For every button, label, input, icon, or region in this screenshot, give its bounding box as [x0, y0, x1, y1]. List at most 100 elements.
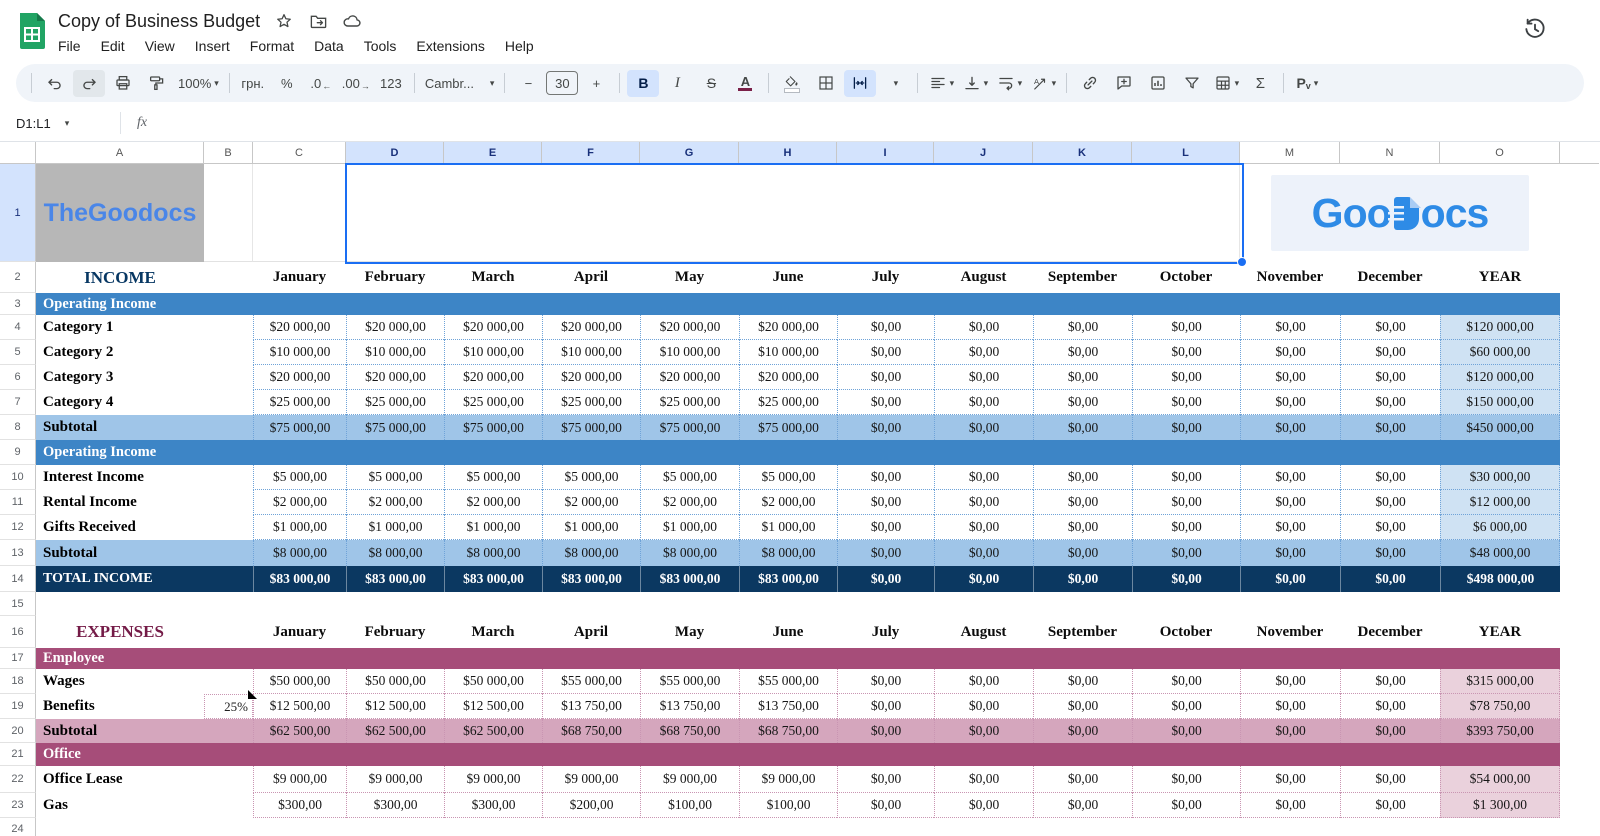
value-cell[interactable]: $0,00 — [1033, 793, 1132, 818]
menu-data[interactable]: Data — [306, 36, 352, 56]
print-button[interactable] — [107, 70, 139, 97]
value-cell[interactable]: $25 000,00 — [542, 390, 640, 415]
year-value-cell[interactable]: $12 000,00 — [1440, 490, 1560, 515]
value-cell[interactable]: $20 000,00 — [640, 315, 739, 340]
cell[interactable] — [204, 766, 253, 793]
value-cell[interactable]: $0,00 — [837, 415, 934, 440]
value-cell[interactable]: $5 000,00 — [739, 465, 837, 490]
value-cell[interactable]: $0,00 — [1340, 490, 1440, 515]
cell[interactable] — [253, 164, 346, 262]
row-header-14[interactable]: 14 — [0, 566, 36, 592]
value-cell[interactable]: $0,00 — [1132, 766, 1240, 793]
value-cell[interactable]: $10 000,00 — [444, 340, 542, 365]
value-cell[interactable]: $0,00 — [837, 365, 934, 390]
empty-row-cell[interactable] — [36, 818, 1560, 836]
value-cell[interactable]: $0,00 — [934, 515, 1033, 540]
font-size-input[interactable]: 30 — [546, 71, 579, 95]
menu-view[interactable]: View — [137, 36, 183, 56]
value-cell[interactable]: $50 000,00 — [253, 669, 346, 694]
section-title-income[interactable]: INCOME — [36, 262, 204, 293]
month-header[interactable]: March — [444, 616, 542, 648]
value-cell[interactable]: $55 000,00 — [542, 669, 640, 694]
section-header-bar[interactable]: Operating Income — [36, 293, 1560, 315]
value-cell[interactable]: $50 000,00 — [346, 669, 444, 694]
value-cell[interactable]: $0,00 — [1340, 540, 1440, 566]
value-cell[interactable]: $0,00 — [1132, 490, 1240, 515]
insert-link-button[interactable] — [1074, 70, 1106, 97]
row-header-17[interactable]: 17 — [0, 648, 36, 669]
increase-decimal-button[interactable]: .00 → — [339, 70, 373, 97]
text-rotation-button[interactable]: A ▾ — [1027, 70, 1059, 97]
row-label[interactable]: Rental Income — [36, 490, 204, 515]
paint-format-button[interactable] — [141, 70, 173, 97]
functions-button[interactable]: Σ — [1244, 70, 1276, 97]
value-cell[interactable]: $25 000,00 — [739, 390, 837, 415]
row-label[interactable]: TOTAL INCOME — [36, 566, 204, 592]
value-cell[interactable]: $2 000,00 — [739, 490, 837, 515]
value-cell[interactable]: $0,00 — [934, 365, 1033, 390]
value-cell[interactable]: $0,00 — [1033, 340, 1132, 365]
month-header[interactable]: July — [837, 262, 934, 293]
value-cell[interactable]: $0,00 — [1240, 694, 1340, 719]
zoom-select[interactable]: 100% ▾ — [175, 70, 222, 97]
col-header-L[interactable]: L — [1132, 142, 1240, 164]
row-label[interactable]: Wages — [36, 669, 204, 694]
month-header[interactable]: October — [1132, 616, 1240, 648]
month-header[interactable]: June — [739, 616, 837, 648]
month-header[interactable]: August — [934, 262, 1033, 293]
row-header-7[interactable]: 7 — [0, 390, 36, 415]
value-cell[interactable]: $200,00 — [542, 793, 640, 818]
value-cell[interactable]: $0,00 — [1033, 490, 1132, 515]
value-cell[interactable]: $0,00 — [1033, 315, 1132, 340]
cell[interactable] — [204, 465, 253, 490]
year-header[interactable]: YEAR — [1440, 616, 1560, 648]
value-cell[interactable]: $13 750,00 — [640, 694, 739, 719]
row-header-16[interactable]: 16 — [0, 616, 36, 648]
value-cell[interactable]: $10 000,00 — [640, 340, 739, 365]
row-header-3[interactable]: 3 — [0, 293, 36, 315]
value-cell[interactable]: $0,00 — [1340, 415, 1440, 440]
value-cell[interactable]: $9 000,00 — [739, 766, 837, 793]
cell[interactable] — [204, 390, 253, 415]
year-value-cell[interactable]: $54 000,00 — [1440, 766, 1560, 793]
value-cell[interactable]: $0,00 — [934, 694, 1033, 719]
year-value-cell[interactable]: $30 000,00 — [1440, 465, 1560, 490]
value-cell[interactable]: $0,00 — [837, 540, 934, 566]
row-label[interactable]: Subtotal — [36, 719, 204, 743]
bold-button[interactable]: B — [627, 69, 660, 97]
value-cell[interactable]: $0,00 — [1132, 566, 1240, 592]
col-header-D[interactable]: D — [346, 142, 444, 164]
value-cell[interactable]: $0,00 — [1340, 566, 1440, 592]
month-header[interactable]: January — [253, 262, 346, 293]
value-cell[interactable]: $1 000,00 — [542, 515, 640, 540]
value-cell[interactable]: $83 000,00 — [739, 566, 837, 592]
table-views-button[interactable]: ▾ — [1210, 70, 1242, 97]
row-label[interactable]: Subtotal — [36, 415, 204, 440]
col-header-K[interactable]: K — [1033, 142, 1132, 164]
col-header-O[interactable]: O — [1440, 142, 1560, 164]
version-history-icon[interactable] — [1522, 16, 1548, 42]
month-header[interactable]: December — [1340, 616, 1440, 648]
year-value-cell[interactable]: $120 000,00 — [1440, 365, 1560, 390]
value-cell[interactable]: $0,00 — [1033, 365, 1132, 390]
year-value-cell[interactable]: $78 750,00 — [1440, 694, 1560, 719]
value-cell[interactable]: $9 000,00 — [253, 766, 346, 793]
value-cell[interactable]: $0,00 — [934, 465, 1033, 490]
year-value-cell[interactable]: $150 000,00 — [1440, 390, 1560, 415]
value-cell[interactable]: $100,00 — [739, 793, 837, 818]
value-cell[interactable]: $12 500,00 — [253, 694, 346, 719]
row-header-22[interactable]: 22 — [0, 766, 36, 793]
value-cell[interactable]: $8 000,00 — [739, 540, 837, 566]
sheets-logo-icon[interactable] — [17, 11, 47, 51]
col-header-H[interactable]: H — [739, 142, 837, 164]
menu-extensions[interactable]: Extensions — [408, 36, 492, 56]
month-header[interactable]: March — [444, 262, 542, 293]
value-cell[interactable]: $0,00 — [1340, 766, 1440, 793]
value-cell[interactable]: $20 000,00 — [253, 365, 346, 390]
value-cell[interactable]: $83 000,00 — [640, 566, 739, 592]
month-header[interactable]: May — [640, 262, 739, 293]
year-value-cell[interactable]: $1 300,00 — [1440, 793, 1560, 818]
col-header-E[interactable]: E — [444, 142, 542, 164]
decrease-decimal-button[interactable]: .0 ← — [305, 70, 337, 97]
value-cell[interactable]: $0,00 — [1033, 766, 1132, 793]
